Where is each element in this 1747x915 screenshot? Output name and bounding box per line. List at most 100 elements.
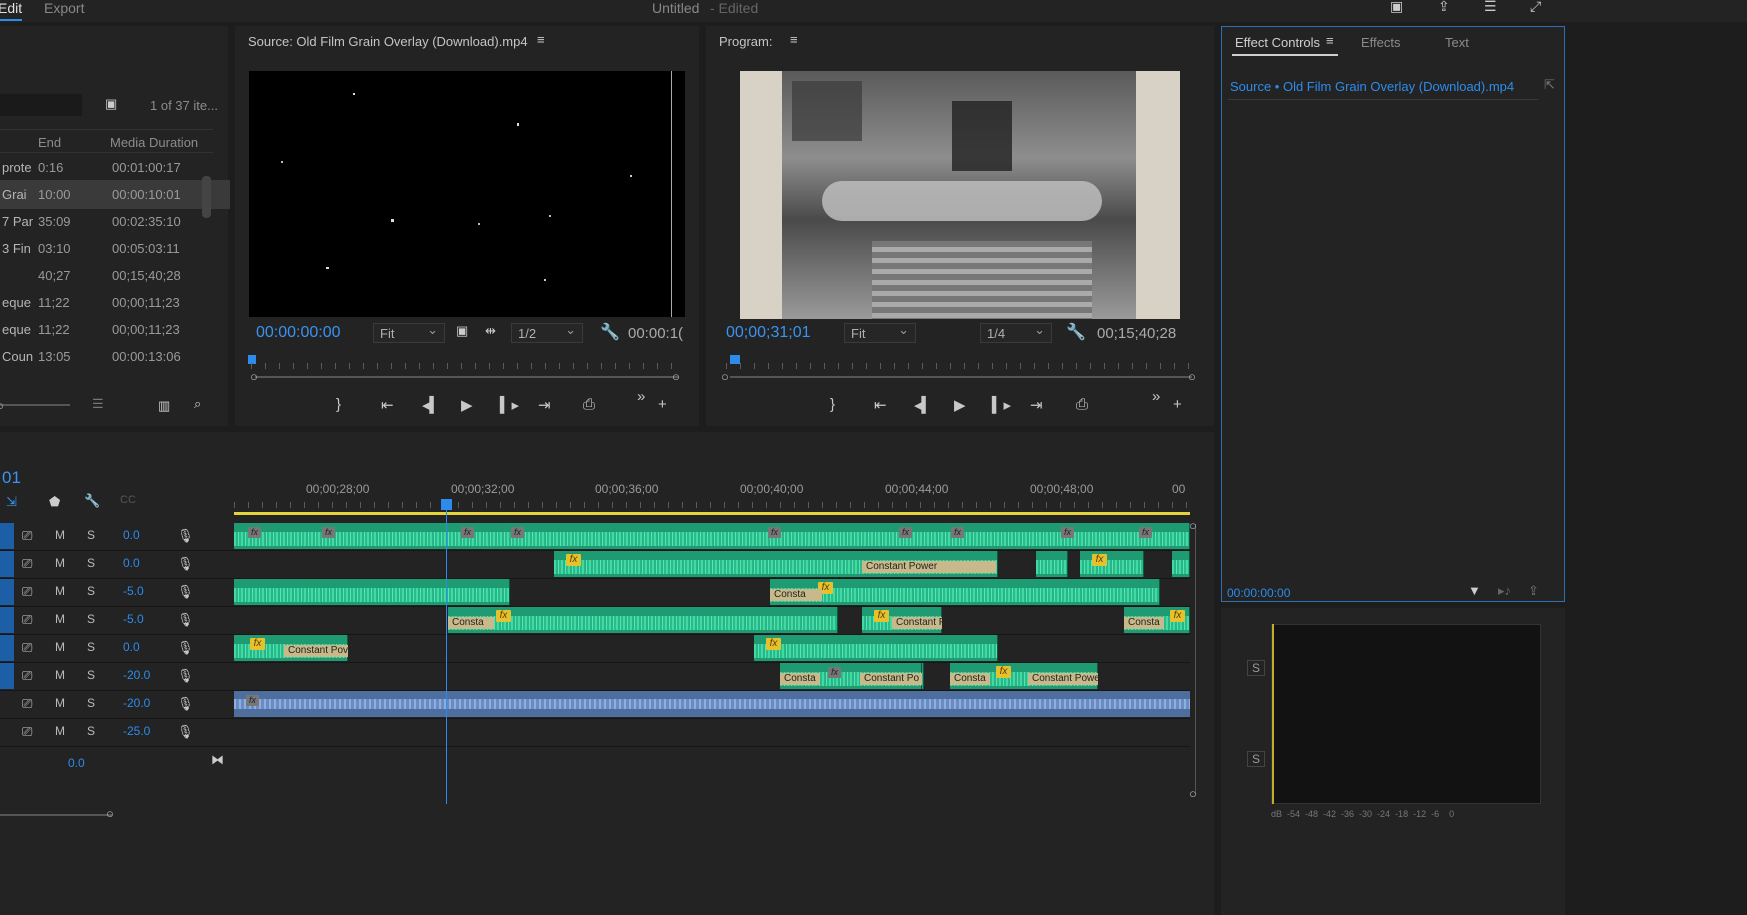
effect-controls-timecode[interactable]: 00:00:00:00 <box>1227 586 1290 600</box>
transition-constant-power[interactable]: Consta <box>770 589 822 601</box>
solo-button[interactable]: S <box>87 612 95 626</box>
project-row[interactable]: 3 Fin 03:10 00:05:03:11 <box>0 234 230 263</box>
source-fit-dropdown[interactable]: Fit <box>373 322 445 343</box>
vscroll-top[interactable]: ○ <box>1189 518 1197 533</box>
mute-button[interactable]: M <box>55 640 65 654</box>
sync-lock-icon[interactable]: ⎚ <box>22 584 32 600</box>
mute-button[interactable]: M <box>55 528 65 542</box>
sync-lock-icon[interactable]: ⎚ <box>22 668 32 684</box>
track-volume[interactable]: -5.0 <box>123 612 144 626</box>
project-row[interactable]: Coun 13:05 00:00:13:06 <box>0 342 230 371</box>
solo-button[interactable]: S <box>1247 751 1266 767</box>
source-wrench-icon[interactable]: 🔧 <box>600 322 620 342</box>
source-scroll-end[interactable]: ○ <box>672 369 680 384</box>
fx-badge-icon[interactable]: fx <box>1170 610 1185 622</box>
solo-button[interactable]: S <box>87 668 95 682</box>
track-target[interactable] <box>0 523 14 549</box>
master-volume[interactable]: 0.0 <box>68 756 85 770</box>
audio-clip[interactable] <box>1036 551 1068 577</box>
collapse-icon[interactable]: ⇱ <box>1544 77 1555 93</box>
track-target[interactable] <box>0 579 14 605</box>
col-end[interactable]: End <box>38 135 61 150</box>
track-volume[interactable]: -25.0 <box>123 724 150 738</box>
fx-badge-icon[interactable]: fx <box>1061 527 1074 538</box>
track-volume[interactable]: -20.0 <box>123 668 150 682</box>
transition-constant-power[interactable]: Constant P <box>892 617 942 629</box>
program-go-to-out-icon[interactable]: ⇥ <box>1030 396 1043 414</box>
insert-overlay-icon[interactable]: ⇹ <box>485 323 496 339</box>
sync-lock-icon[interactable]: ⎚ <box>22 696 32 712</box>
fullscreen-icon[interactable]: ⤢ <box>1530 0 1541 15</box>
program-wrench-icon[interactable]: 🔧 <box>1066 322 1086 342</box>
mute-button[interactable]: M <box>55 556 65 570</box>
program-scrollbar[interactable] <box>730 376 1192 378</box>
timeline-playhead-head[interactable] <box>441 499 452 510</box>
play-icon[interactable]: ▶ <box>461 396 473 414</box>
go-to-out-icon[interactable]: ⇥ <box>538 396 551 414</box>
tab-effects[interactable]: Effects <box>1361 35 1401 50</box>
play-audio-icon[interactable]: ▸♪ <box>1498 583 1511 599</box>
fx-badge-icon[interactable]: fx <box>1139 527 1152 538</box>
list-view-icon[interactable]: ☰ <box>92 396 104 412</box>
program-fit-dropdown[interactable]: Fit <box>844 322 916 343</box>
source-resolution-dropdown[interactable]: 1/2 <box>511 322 583 343</box>
project-row[interactable]: 40;27 00;15;40;28 <box>0 261 230 290</box>
snap-icon[interactable]: ⇲ <box>6 494 17 510</box>
program-export-frame-icon[interactable]: ⎙ <box>1076 396 1088 413</box>
mute-button[interactable]: M <box>55 584 65 598</box>
hscroll-handle[interactable]: ○ <box>106 806 114 821</box>
program-step-forward-icon[interactable]: ▍▸ <box>992 396 1011 414</box>
transition-constant-power[interactable]: Constant Po <box>860 673 922 685</box>
program-more-icon[interactable]: » <box>1152 388 1160 405</box>
horizontal-scrollbar[interactable] <box>0 814 112 816</box>
program-resolution-dropdown[interactable]: 1/4 <box>980 322 1052 343</box>
mic-icon[interactable]: 🎙 <box>177 584 194 600</box>
solo-button[interactable]: S <box>87 696 95 710</box>
program-add-button-icon[interactable]: + <box>1173 396 1182 413</box>
transition-constant-power[interactable]: Consta <box>448 617 494 629</box>
fx-badge-icon[interactable]: fx <box>248 527 261 538</box>
program-go-to-in-icon[interactable]: ⇤ <box>874 396 887 414</box>
more-icon[interactable]: » <box>637 388 645 405</box>
audio-clip[interactable] <box>234 523 1190 549</box>
fx-badge-icon[interactable]: fx <box>496 610 511 622</box>
zoom-handle-icon[interactable]: ○ <box>0 398 4 413</box>
project-scrollbar[interactable] <box>202 176 211 218</box>
fx-badge-icon[interactable]: fx <box>322 527 335 538</box>
program-scroll-start[interactable]: ○ <box>721 369 729 384</box>
transition-constant-power[interactable]: Consta <box>780 673 820 685</box>
fx-badge-icon[interactable]: fx <box>566 554 581 566</box>
music-clip[interactable] <box>234 691 1190 717</box>
bin-icon[interactable]: ▣ <box>105 96 117 112</box>
program-step-back-icon[interactable]: ◂▍ <box>914 396 933 414</box>
program-mark-out-icon[interactable]: } <box>830 396 835 413</box>
mic-icon[interactable]: 🎙 <box>177 556 194 572</box>
transition-constant-power[interactable]: Consta <box>1124 617 1164 629</box>
track-target[interactable] <box>0 663 14 689</box>
edit-tab[interactable]: Edit <box>0 0 22 16</box>
go-to-in-icon[interactable]: ⇤ <box>381 396 394 414</box>
safe-margins-icon[interactable]: ▣ <box>456 323 468 339</box>
workspaces-icon[interactable]: ☰ <box>1484 0 1497 15</box>
add-button-icon[interactable]: + <box>658 396 667 413</box>
fx-badge-icon[interactable]: fx <box>511 527 524 538</box>
program-timecode[interactable]: 00;00;31;01 <box>726 324 811 342</box>
sync-lock-icon[interactable]: ⎚ <box>22 640 32 656</box>
fx-badge-icon[interactable]: fx <box>874 610 889 622</box>
track-volume[interactable]: -20.0 <box>123 696 150 710</box>
freeform-view-icon[interactable]: ▥ <box>158 398 170 414</box>
fx-badge-icon[interactable]: fx <box>766 638 781 650</box>
solo-button[interactable]: S <box>1247 660 1266 676</box>
mute-button[interactable]: M <box>55 724 65 738</box>
project-row[interactable]: 7 Par 35:09 00:02:35:10 <box>0 207 230 236</box>
step-forward-icon[interactable]: ▍▸ <box>500 396 519 414</box>
track-volume[interactable]: 0.0 <box>123 640 140 654</box>
transition-constant-power[interactable]: Constant Powe <box>1028 673 1098 685</box>
fx-badge-icon[interactable]: fx <box>246 695 259 706</box>
sync-lock-icon[interactable]: ⎚ <box>22 724 32 740</box>
mic-icon[interactable]: 🎙 <box>177 696 194 712</box>
source-timecode[interactable]: 00:00:00:00 <box>256 324 341 342</box>
filter-icon[interactable]: ▼ <box>1468 583 1481 598</box>
track-volume[interactable]: -5.0 <box>123 584 144 598</box>
marker-icon[interactable]: ⬟ <box>49 494 60 510</box>
